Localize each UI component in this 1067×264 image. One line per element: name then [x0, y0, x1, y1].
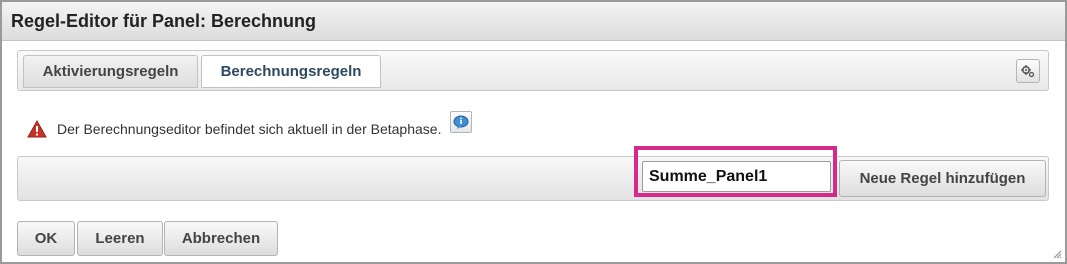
- clear-button[interactable]: Leeren: [77, 221, 163, 256]
- warning-triangle-icon: [27, 120, 47, 138]
- tab-label: Aktivierungsregeln: [42, 63, 179, 80]
- add-rule-button[interactable]: Neue Regel hinzufügen: [839, 160, 1046, 197]
- tab-activation-rules[interactable]: Aktivierungsregeln: [23, 55, 198, 88]
- tab-calculation-rules[interactable]: Berechnungsregeln: [201, 55, 381, 88]
- dialog-title: Regel-Editor für Panel: Berechnung: [11, 11, 317, 31]
- tab-label: Berechnungsregeln: [220, 63, 362, 80]
- beta-warning: Der Berechnungseditor befindet sich aktu…: [27, 111, 473, 144]
- settings-button[interactable]: [1016, 59, 1040, 83]
- warning-text: Der Berechnungseditor befindet sich aktu…: [57, 121, 442, 137]
- tab-bar: Aktivierungsregeln Berechnungsregeln: [17, 50, 1049, 91]
- dialog-titlebar[interactable]: Regel-Editor für Panel: Berechnung: [2, 2, 1065, 41]
- resize-grip-icon[interactable]: [1052, 249, 1062, 259]
- rule-action-bar: Neue Regel hinzufügen: [17, 146, 1049, 201]
- rule-editor-dialog: Regel-Editor für Panel: Berechnung Aktiv…: [0, 0, 1067, 264]
- gears-icon: [1021, 65, 1035, 78]
- info-bubble-icon: [453, 115, 469, 129]
- cancel-button[interactable]: Abbrechen: [164, 221, 278, 256]
- info-button[interactable]: [450, 111, 473, 133]
- rule-name-input[interactable]: [642, 161, 831, 192]
- ok-button[interactable]: OK: [17, 221, 75, 256]
